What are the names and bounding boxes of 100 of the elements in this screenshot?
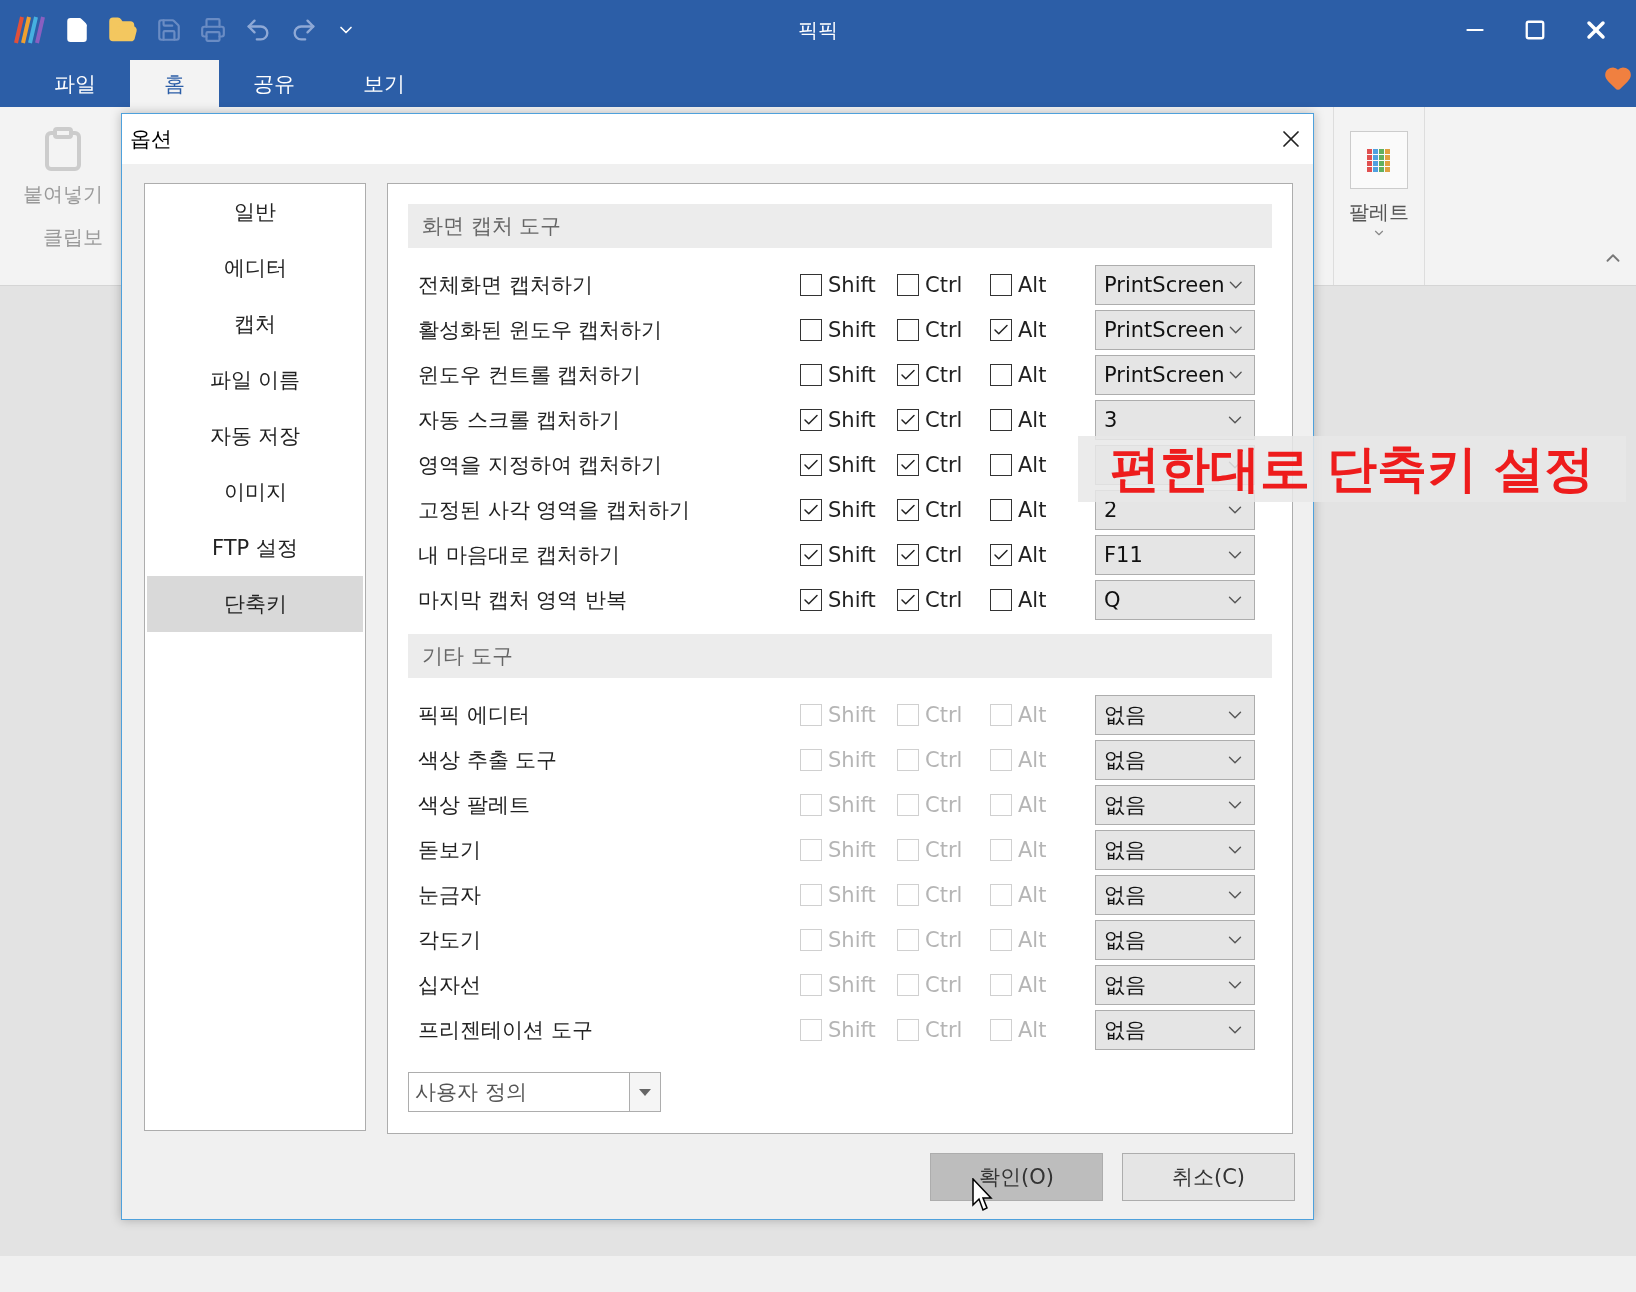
modifier-label: Ctrl (925, 927, 963, 952)
modifier-label: Ctrl (925, 452, 963, 477)
ribbon-tab[interactable]: 보기 (329, 60, 439, 107)
maximize-icon[interactable] (1524, 19, 1546, 41)
ribbon-tab[interactable]: 공유 (219, 60, 329, 107)
checkbox[interactable] (990, 408, 1012, 431)
modifier-label: Ctrl (925, 317, 963, 342)
checkbox[interactable] (800, 273, 822, 296)
modifier-label: Ctrl (925, 362, 963, 387)
preset-dropdown[interactable]: 사용자 정의 (408, 1072, 661, 1112)
modifier-label: Shift (828, 362, 876, 387)
checkbox[interactable] (897, 363, 919, 386)
checkbox[interactable] (800, 453, 822, 476)
checkbox[interactable] (800, 543, 822, 566)
section-header: 기타 도구 (408, 634, 1272, 678)
modifier-label: Ctrl (925, 747, 963, 772)
shortcut-label: 십자선 (418, 971, 482, 999)
modifier-label: Alt (1018, 497, 1047, 522)
checkbox[interactable] (990, 543, 1012, 566)
shortcut-label: 전체화면 캡처하기 (418, 271, 594, 299)
modifier-label: Shift (828, 792, 876, 817)
modifier-label: Alt (1018, 407, 1047, 432)
modifier-label: Ctrl (925, 497, 963, 522)
ribbon-tab[interactable]: 파일 (20, 60, 130, 107)
modifier-label: Ctrl (925, 1017, 963, 1042)
nav-item[interactable]: FTP 설정 (147, 520, 363, 576)
modifier-label: Shift (828, 587, 876, 612)
modifier-label: Ctrl (925, 587, 963, 612)
modifier-label: Ctrl (925, 272, 963, 297)
modifier-label: Shift (828, 927, 876, 952)
modifier-label: Shift (828, 452, 876, 477)
new-file-icon[interactable] (64, 17, 90, 43)
shortcut-label: 내 마음대로 캡처하기 (418, 541, 622, 569)
checkbox[interactable] (897, 543, 919, 566)
modifier-label: Shift (828, 1017, 876, 1042)
modifier-label: Ctrl (925, 882, 963, 907)
checkbox[interactable] (897, 318, 919, 341)
modifier-label: Alt (1018, 1017, 1047, 1042)
modifier-label: Alt (1018, 272, 1047, 297)
key-dropdown[interactable]: F11 (1095, 534, 1255, 575)
nav-item[interactable]: 캡처 (147, 296, 363, 352)
checkbox[interactable] (800, 318, 822, 341)
modifier-label: Shift (828, 407, 876, 432)
caption-overlay: 편한대로 단축키 설정 (1078, 436, 1626, 502)
checkbox[interactable] (990, 588, 1012, 611)
ribbon-tab[interactable]: 홈 (130, 60, 219, 107)
section-header: 화면 캡처 도구 (408, 204, 1272, 248)
modifier-label: Alt (1018, 362, 1047, 387)
modifier-label: Ctrl (925, 837, 963, 862)
checkbox[interactable] (800, 498, 822, 521)
nav-item[interactable]: 이미지 (147, 464, 363, 520)
checkbox[interactable] (800, 363, 822, 386)
modifier-label: Alt (1018, 837, 1047, 862)
nav-item[interactable]: 일반 (147, 184, 363, 240)
shortcut-label: 영역을 지정하여 캡처하기 (418, 451, 664, 479)
shortcut-label: 눈금자 (418, 881, 482, 909)
caret-icon (639, 1088, 651, 1096)
modifier-label: Shift (828, 317, 876, 342)
shortcut-label: 색상 추출 도구 (418, 746, 559, 774)
modifier-label: Alt (1018, 882, 1047, 907)
checkbox[interactable] (800, 588, 822, 611)
palette-button[interactable] (1350, 131, 1408, 189)
checkbox[interactable] (990, 498, 1012, 521)
color-grid-icon (1365, 147, 1393, 173)
checkbox[interactable] (897, 498, 919, 521)
shortcut-label: 활성화된 윈도우 캡처하기 (418, 316, 664, 344)
nav-item[interactable]: 단축키 (147, 576, 363, 632)
checkbox[interactable] (897, 273, 919, 296)
key-dropdown[interactable]: Q (1095, 579, 1255, 620)
checkbox[interactable] (990, 453, 1012, 476)
modifier-label: Alt (1018, 542, 1047, 567)
dialog-button[interactable]: 취소(C) (1122, 1153, 1295, 1201)
checkbox[interactable] (897, 453, 919, 476)
modifier-label: Shift (828, 882, 876, 907)
checkbox[interactable] (897, 408, 919, 431)
modifier-label: Ctrl (925, 792, 963, 817)
window-title: 픽픽 (797, 16, 839, 44)
shortcut-label: 픽픽 에디터 (418, 701, 531, 729)
checkbox[interactable] (800, 408, 822, 431)
modifier-label: Alt (1018, 792, 1047, 817)
modifier-label: Shift (828, 747, 876, 772)
shortcut-label: 색상 팔레트 (418, 791, 531, 819)
key-dropdown[interactable]: PrintScreen (1095, 264, 1255, 305)
checkbox[interactable] (990, 273, 1012, 296)
modifier-label: Shift (828, 542, 876, 567)
nav-item[interactable]: 자동 저장 (147, 408, 363, 464)
key-dropdown[interactable]: PrintScreen (1095, 309, 1255, 350)
checkbox[interactable] (990, 363, 1012, 386)
modifier-label: Shift (828, 272, 876, 297)
nav-item[interactable]: 에디터 (147, 240, 363, 296)
palette-label: 팔레트 (1349, 199, 1409, 226)
modifier-label: Shift (828, 702, 876, 727)
modifier-label: Ctrl (925, 702, 963, 727)
checkbox[interactable] (897, 588, 919, 611)
shortcut-label: 자동 스크롤 캡처하기 (418, 406, 622, 434)
key-dropdown[interactable]: PrintScreen (1095, 354, 1255, 395)
dialog-button[interactable]: 확인(O) (930, 1153, 1103, 1201)
heart-icon[interactable] (1604, 64, 1632, 92)
checkbox[interactable] (990, 318, 1012, 341)
nav-item[interactable]: 파일 이름 (147, 352, 363, 408)
